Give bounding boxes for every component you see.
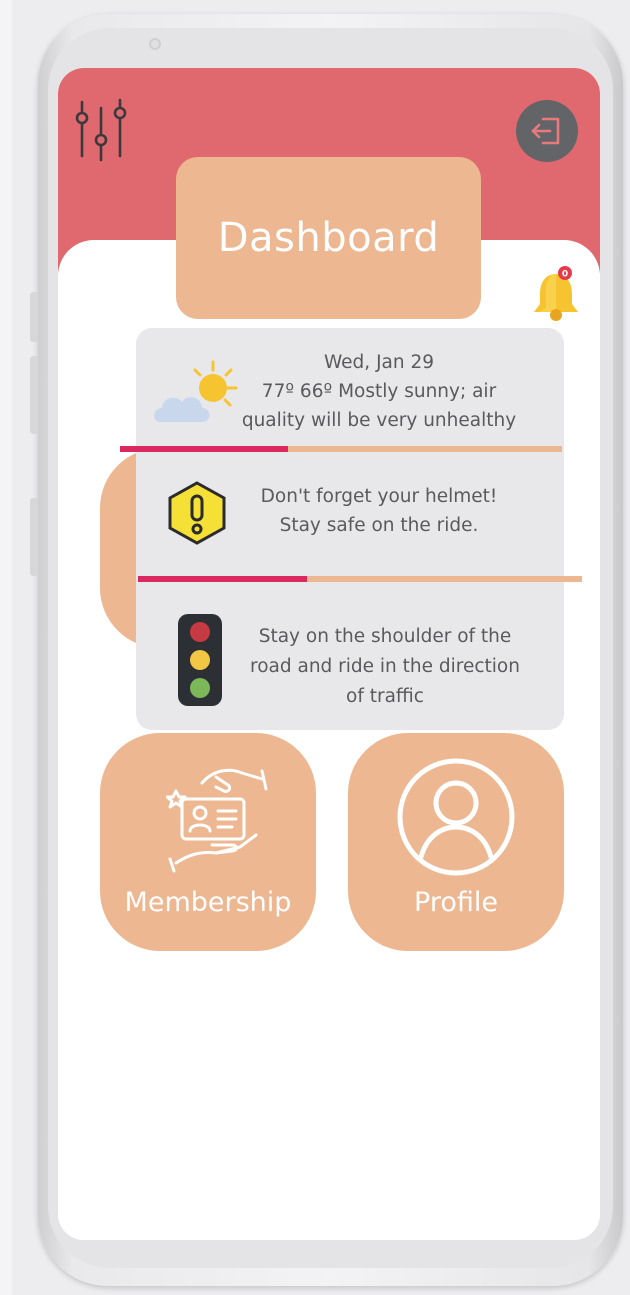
- notification-badge: 0: [562, 270, 568, 280]
- traffic-tip-line3: of traffic: [346, 686, 424, 707]
- weather-summary: Wed, Jan 29 77º 66º Mostly sunny; air qu…: [220, 348, 538, 435]
- page: Dashboard 0 Wed, Jan 29 77º 66º Mostly s…: [0, 0, 630, 1295]
- left-edge: [0, 0, 12, 1295]
- profile-label: Profile: [414, 887, 498, 918]
- bell-icon[interactable]: 0: [528, 264, 584, 324]
- volume-down-button: [30, 356, 38, 434]
- traffic-tip-line2: road and ride in the direction: [250, 656, 520, 677]
- membership-label: Membership: [124, 887, 292, 918]
- traffic-tip: Stay on the shoulder of the road and rid…: [226, 622, 544, 712]
- membership-card-icon: [165, 763, 270, 879]
- traffic-light-icon: [176, 612, 224, 708]
- sliders-icon[interactable]: [73, 98, 129, 162]
- dashboard-title-card: Dashboard: [176, 157, 481, 319]
- helmet-tip-line2: Stay safe on the ride.: [279, 515, 479, 536]
- weather-progress-bar: [120, 446, 562, 452]
- weather-date: Wed, Jan 29: [323, 352, 435, 373]
- camera-icon: [149, 38, 161, 50]
- side-button: [30, 498, 38, 576]
- logout-button[interactable]: [516, 100, 578, 162]
- profile-button[interactable]: Profile: [348, 733, 564, 951]
- warning-icon: [166, 480, 228, 546]
- weather-forecast-line2: quality will be very unhealthy: [241, 410, 517, 431]
- logout-icon: [531, 117, 560, 145]
- helmet-progress-bar: [138, 576, 582, 582]
- page-title: Dashboard: [217, 215, 440, 261]
- user-profile-icon: [395, 757, 517, 881]
- helmet-tip: Don't forget your helmet! Stay safe on t…: [238, 482, 520, 540]
- traffic-tip-line1: Stay on the shoulder of the: [258, 626, 512, 647]
- weather-forecast-line1: 77º 66º Mostly sunny; air: [261, 381, 497, 402]
- membership-button[interactable]: Membership: [100, 733, 316, 951]
- helmet-progress-fill: [138, 576, 307, 582]
- helmet-tip-line1: Don't forget your helmet!: [260, 486, 498, 507]
- volume-up-button: [30, 292, 38, 342]
- weather-progress-fill: [120, 446, 288, 452]
